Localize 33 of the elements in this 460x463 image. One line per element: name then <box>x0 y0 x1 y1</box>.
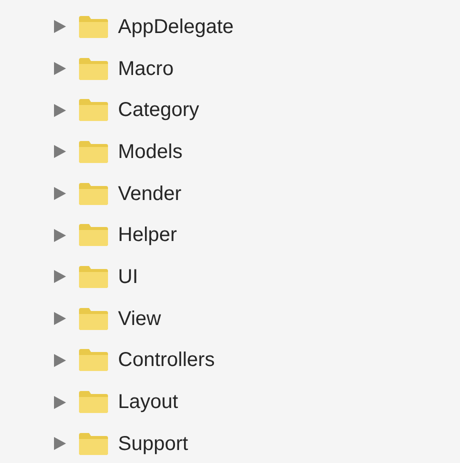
folder-icon <box>78 56 109 81</box>
folder-name[interactable]: Macro <box>118 54 174 84</box>
disclosure-triangle-icon[interactable] <box>52 394 67 410</box>
disclosure-triangle-icon[interactable] <box>52 186 67 202</box>
folder-name[interactable]: Category <box>118 95 200 126</box>
folder-name[interactable]: View <box>118 304 161 334</box>
disclosure-triangle-icon[interactable] <box>52 19 67 34</box>
folder-icon <box>78 306 109 331</box>
folder-icon <box>78 14 109 39</box>
disclosure-triangle-icon[interactable] <box>52 269 67 284</box>
folder-icon <box>78 182 109 206</box>
disclosure-triangle-icon[interactable] <box>52 436 67 452</box>
folder-icon <box>78 264 109 289</box>
disclosure-triangle-icon[interactable] <box>52 311 67 326</box>
folder-icon <box>78 390 109 414</box>
folder-icon <box>78 98 109 122</box>
disclosure-triangle-icon[interactable] <box>52 144 67 160</box>
folder-icon <box>78 223 109 248</box>
folder-icon <box>78 432 109 456</box>
disclosure-triangle-icon[interactable] <box>52 102 67 118</box>
disclosure-triangle-icon[interactable] <box>52 352 67 368</box>
folder-name[interactable]: Controllers <box>118 345 215 376</box>
folder-name[interactable]: Support <box>118 428 188 459</box>
folder-name[interactable]: Layout <box>118 387 178 418</box>
folder-name[interactable]: Helper <box>118 220 177 250</box>
folder-name[interactable]: UI <box>118 262 138 292</box>
folder-name[interactable]: AppDelegate <box>118 12 234 42</box>
folder-name[interactable]: Vender <box>118 178 182 209</box>
folder-name[interactable]: Models <box>118 136 182 167</box>
disclosure-triangle-icon[interactable] <box>52 228 67 243</box>
folder-icon <box>78 348 109 372</box>
folder-icon <box>78 140 109 164</box>
disclosure-triangle-icon[interactable] <box>52 61 67 76</box>
